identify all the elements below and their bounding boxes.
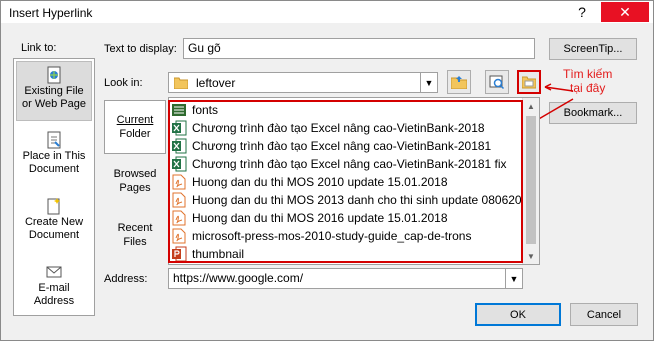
file-row[interactable]: fonts (171, 101, 523, 119)
link-place-line2: Document (28, 163, 80, 175)
cancel-button[interactable]: Cancel (570, 303, 638, 326)
scroll-down-icon[interactable]: ▼ (523, 248, 539, 264)
pdf-file-icon (172, 174, 186, 190)
scroll-thumb[interactable] (526, 116, 536, 244)
file-name: microsoft-press-mos-2010-study-guide_cap… (192, 229, 472, 243)
pdf-file-icon (172, 210, 186, 226)
title-bar: Insert Hyperlink ? ✕ (1, 1, 653, 23)
link-existing-line2: or Web Page (21, 98, 86, 110)
tab-current-line2: Folder (119, 128, 151, 140)
file-row[interactable]: Huong dan du thi MOS 2010 update 15.01.2… (171, 173, 523, 191)
scroll-up-icon[interactable]: ▲ (523, 98, 539, 114)
up-one-folder-button[interactable] (447, 70, 471, 94)
file-name: Chương trình đào tạo Excel nâng cao-Viet… (192, 139, 492, 153)
address-dropdown-arrow[interactable]: ▼ (505, 269, 522, 288)
tab-browsed-line2: Pages (119, 182, 151, 194)
excel-file-icon (172, 120, 187, 136)
tab-browsed-pages[interactable]: Browsed Pages (104, 167, 166, 195)
file-name: Huong dan du thi MOS 2010 update 15.01.2… (192, 175, 448, 189)
address-label: Address: (104, 273, 148, 285)
file-name: Huong dan du thi MOS 2016 update 15.01.2… (192, 211, 448, 225)
tab-recent-line2: Files (123, 236, 147, 248)
link-create-line1: Create New (24, 216, 84, 228)
link-create-new-document[interactable]: Create New Document (16, 193, 92, 253)
file-name: fonts (192, 103, 219, 117)
link-to-label: Link to: (21, 42, 57, 54)
text-to-display-input[interactable]: Gu gõ (183, 38, 535, 59)
look-in-value: leftover (196, 76, 236, 90)
powerpoint-file-icon (172, 246, 187, 262)
link-email-address[interactable]: E-mail Address (16, 259, 92, 319)
tab-browsed-line1: Browsed (113, 168, 157, 180)
file-row[interactable]: Chương trình đào tạo Excel nâng cao-Viet… (171, 155, 523, 173)
create-new-document-icon (47, 198, 60, 215)
file-list-scrollbar[interactable]: ▲ ▼ (522, 98, 539, 264)
text-to-display-label: Text to display: (104, 43, 177, 55)
file-row[interactable]: microsoft-press-mos-2010-study-guide_cap… (171, 227, 523, 245)
link-to-panel: Existing File or Web Page Place in This … (13, 58, 95, 316)
chevron-down-icon[interactable]: ▼ (420, 73, 437, 92)
tab-recent-files[interactable]: Recent Files (104, 221, 166, 249)
folder-icon (172, 104, 186, 116)
up-folder-icon (451, 76, 467, 89)
excel-file-icon (172, 156, 187, 172)
link-email-line1: E-mail (38, 282, 70, 294)
link-email-line2: Address (33, 295, 75, 307)
browse-web-icon (489, 75, 505, 90)
link-existing-line1: Existing File (24, 85, 84, 97)
insert-hyperlink-dialog: Insert Hyperlink ? ✕ Link to: Existing F… (0, 0, 654, 341)
dialog-title: Insert Hyperlink (9, 6, 93, 20)
link-place-in-document[interactable]: Place in This Document (16, 127, 92, 187)
place-in-document-icon (47, 131, 61, 149)
file-row[interactable]: Huong dan du thi MOS 2016 update 15.01.2… (171, 209, 523, 227)
look-in-label: Look in: (104, 77, 143, 89)
existing-file-icon (47, 66, 61, 84)
link-create-line2: Document (28, 229, 80, 241)
file-list: fonts Chương trình đào tạo Excel nâng ca… (168, 97, 540, 265)
file-name: Huong dan du thi MOS 2013 danh cho thi s… (192, 193, 523, 207)
look-in-dropdown[interactable]: leftover ▼ (168, 72, 438, 93)
folder-icon (174, 77, 188, 89)
link-existing-file[interactable]: Existing File or Web Page (16, 61, 92, 121)
tab-current-folder[interactable]: Current Folder (104, 100, 166, 154)
browse-web-button[interactable] (485, 70, 509, 94)
help-button[interactable]: ? (567, 2, 597, 22)
file-name: Chương trình đào tạo Excel nâng cao-Viet… (192, 157, 507, 171)
ok-button[interactable]: OK (475, 303, 561, 326)
file-row[interactable]: thumbnail (171, 245, 523, 263)
pdf-file-icon (172, 192, 186, 208)
link-place-line1: Place in This (22, 150, 86, 162)
tab-recent-line1: Recent (117, 222, 153, 234)
file-row[interactable]: Chương trình đào tạo Excel nâng cao-Viet… (171, 119, 523, 137)
file-name: Chương trình đào tạo Excel nâng cao-Viet… (192, 121, 485, 135)
pdf-file-icon (172, 228, 186, 244)
file-name: thumbnail (192, 247, 245, 261)
tab-current-line1: Current (116, 114, 154, 126)
excel-file-icon (172, 138, 187, 154)
address-input[interactable]: https://www.google.com/ (168, 268, 523, 289)
annotation-line1: Tìm kiếm (563, 67, 613, 81)
file-row[interactable]: Huong dan du thi MOS 2013 danh cho thi s… (171, 191, 523, 209)
email-icon (46, 266, 62, 278)
screentip-button[interactable]: ScreenTip... (549, 38, 637, 60)
file-row[interactable]: Chương trình đào tạo Excel nâng cao-Viet… (171, 137, 523, 155)
close-button[interactable]: ✕ (601, 2, 649, 22)
side-tabs: Current Folder Browsed Pages Recent File… (102, 97, 168, 261)
